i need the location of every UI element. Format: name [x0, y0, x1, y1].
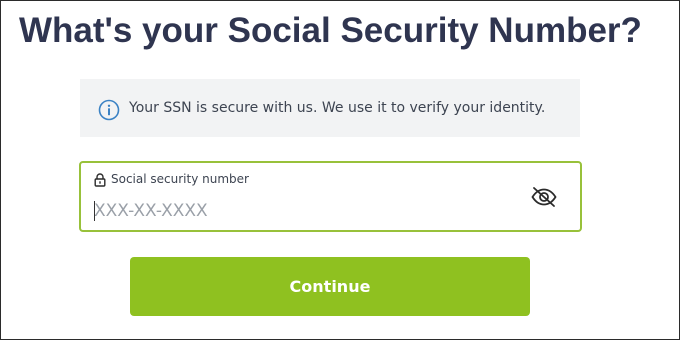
ssn-field[interactable]: Social security number	[79, 161, 582, 232]
text-cursor	[94, 201, 95, 221]
eye-slash-icon[interactable]	[530, 185, 558, 209]
ssn-input[interactable]	[94, 199, 514, 223]
continue-button[interactable]: Continue	[130, 257, 530, 316]
lock-icon	[94, 173, 106, 187]
ssn-field-label: Social security number	[111, 172, 249, 186]
info-icon	[98, 99, 120, 121]
page-frame: What's your Social Security Number? Your…	[0, 0, 680, 340]
info-banner-text: Your SSN is secure with us. We use it to…	[129, 100, 546, 116]
page-title: What's your Social Security Number?	[19, 11, 642, 50]
info-banner: Your SSN is secure with us. We use it to…	[80, 79, 580, 137]
